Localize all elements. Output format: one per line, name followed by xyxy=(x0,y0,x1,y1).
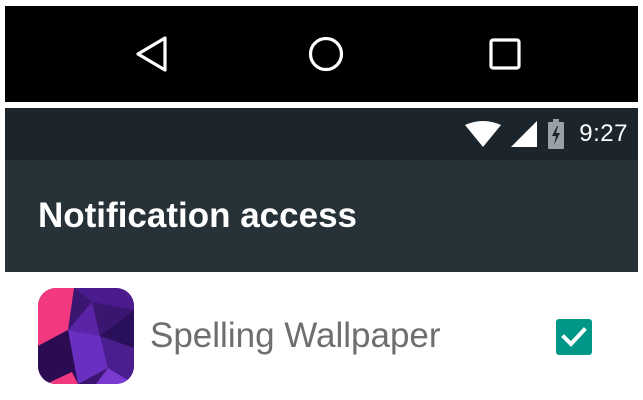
list-item[interactable]: Spelling Wallpaper xyxy=(5,272,638,400)
recents-square-icon xyxy=(489,38,521,70)
home-button[interactable] xyxy=(281,6,371,102)
status-time: 9:27 xyxy=(579,120,628,147)
navigation-bar xyxy=(5,6,638,102)
battery-charging-icon xyxy=(548,119,565,149)
screenshot-frame: 9:27 Notification access Spelling Wallpa… xyxy=(0,0,643,400)
status-icons: 9:27 xyxy=(465,108,628,160)
back-triangle-icon xyxy=(136,36,167,72)
toolbar: Notification access xyxy=(5,160,638,272)
page-title: Notification access xyxy=(38,196,357,235)
spelling-wallpaper-app-icon xyxy=(38,288,134,384)
home-circle-icon xyxy=(308,36,344,72)
app-icon-artwork xyxy=(38,288,134,384)
app-label: Spelling Wallpaper xyxy=(150,316,441,355)
status-bar: 9:27 xyxy=(5,108,638,160)
notification-access-checkbox[interactable] xyxy=(556,319,592,355)
wifi-icon xyxy=(465,121,502,147)
cell-signal-icon xyxy=(511,121,538,147)
recents-button[interactable] xyxy=(460,6,550,102)
back-button[interactable] xyxy=(107,6,197,102)
checkmark-icon xyxy=(561,327,587,347)
